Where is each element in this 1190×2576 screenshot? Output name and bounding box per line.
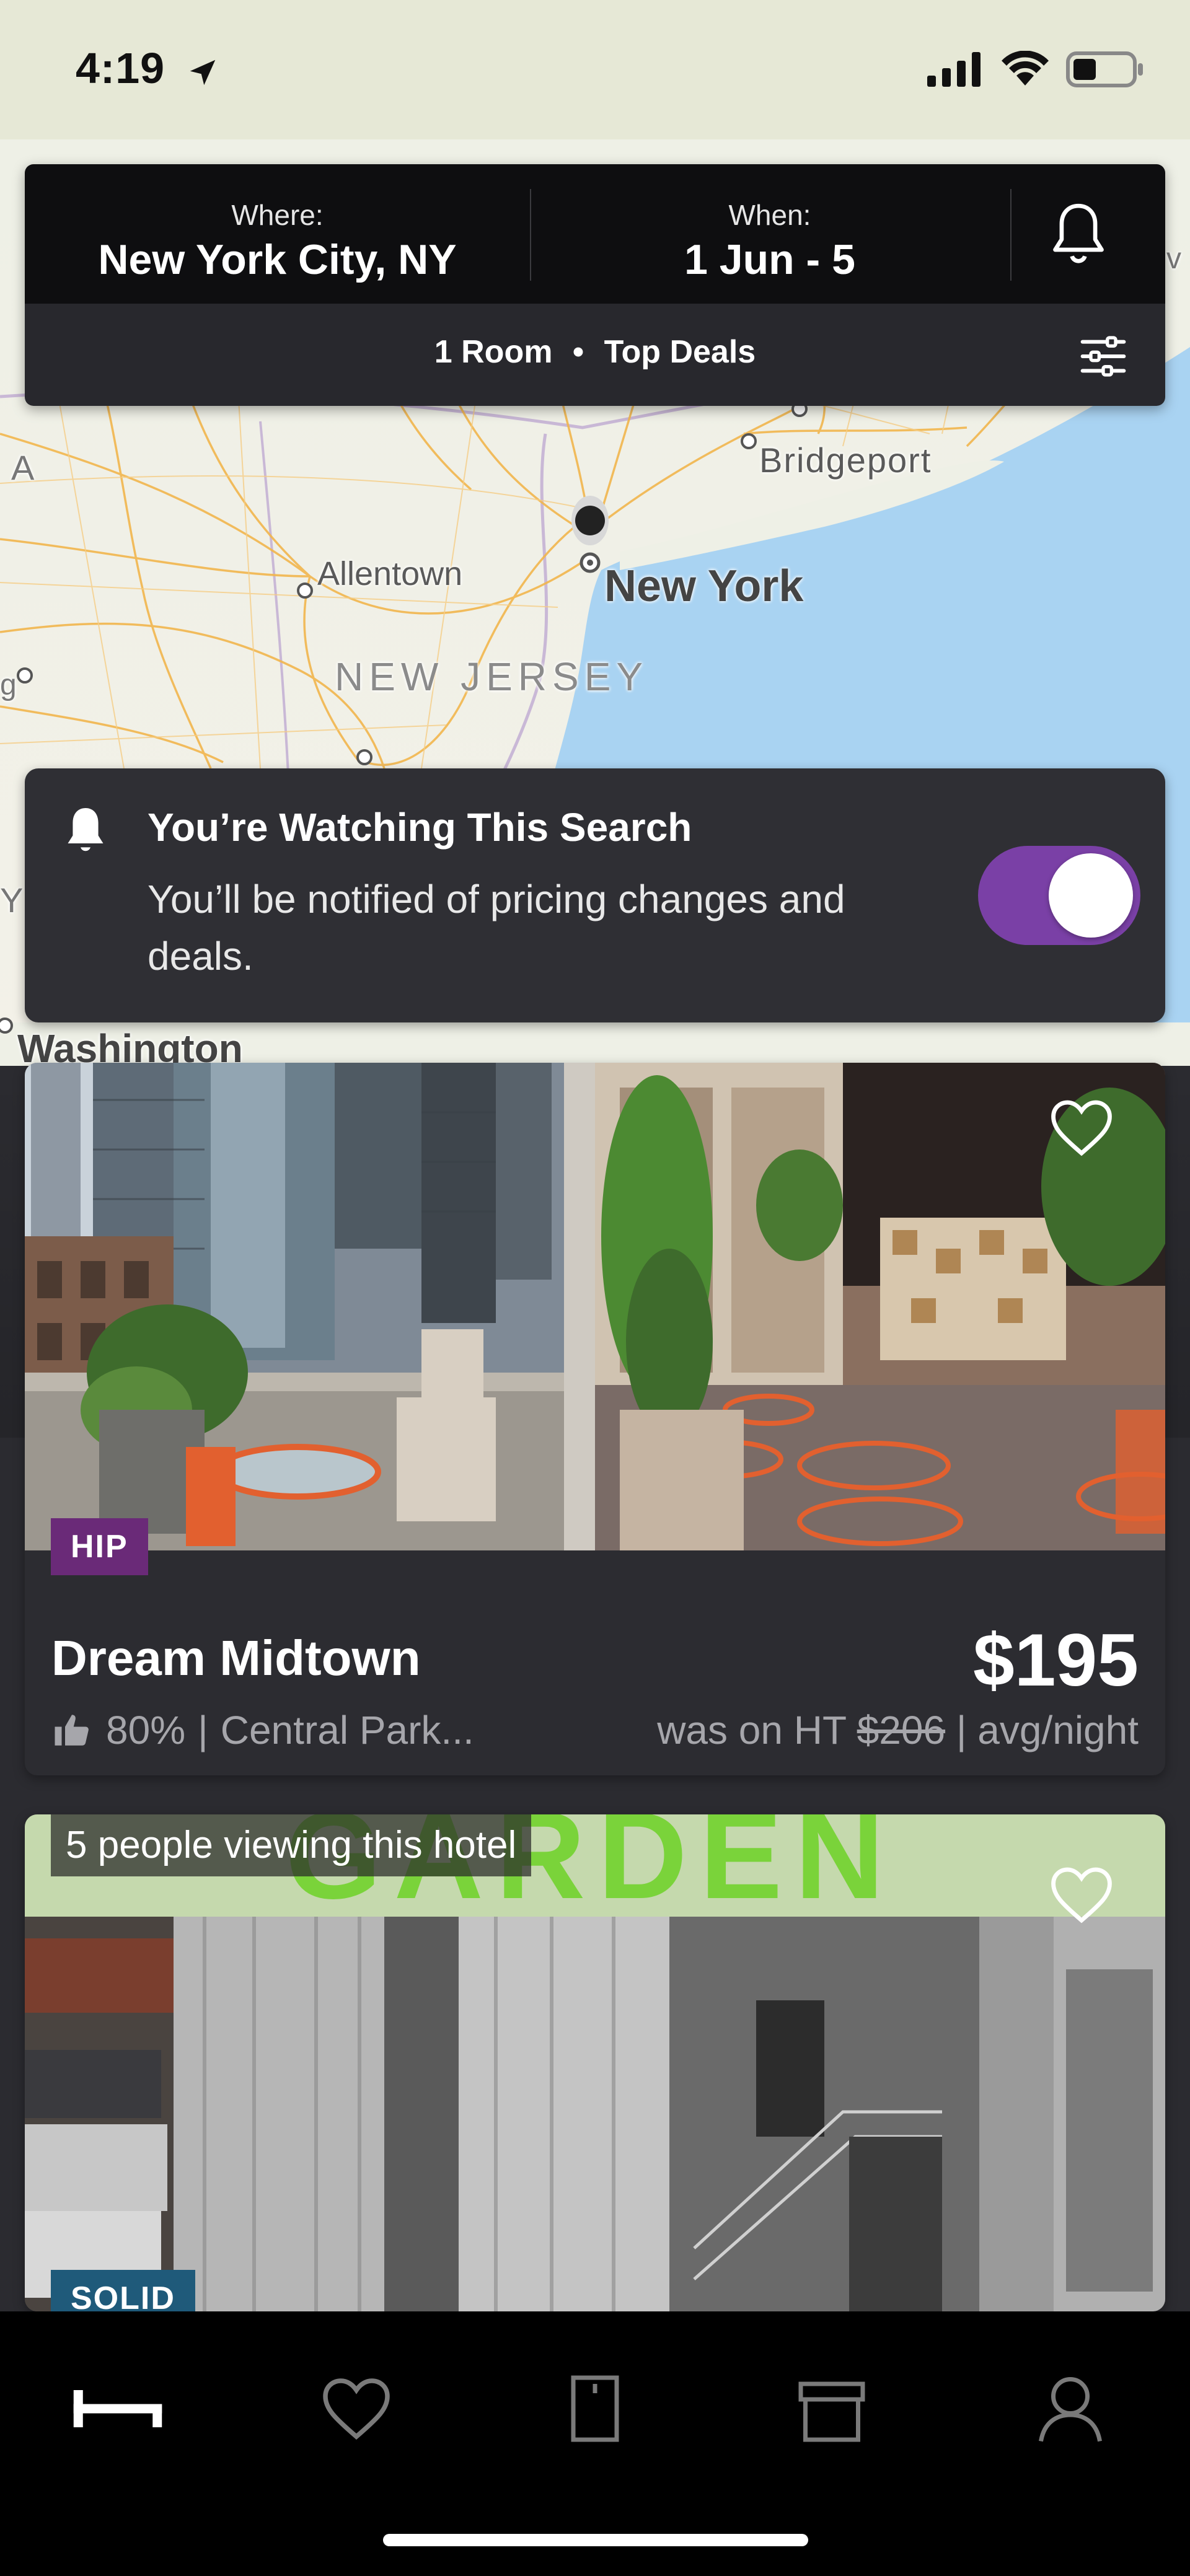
watch-search-button[interactable] — [1029, 200, 1128, 268]
viewers-badge: 5 people viewing this hotel — [51, 1814, 532, 1876]
map-label-bridgeport: Bridgeport — [759, 441, 932, 480]
when-label: When: — [728, 199, 811, 231]
hotel-type-tag: HIP — [51, 1518, 148, 1575]
where-label: Where: — [231, 199, 324, 231]
home-indicator[interactable] — [383, 2534, 808, 2546]
map-label-edge-a: A — [11, 448, 38, 487]
hotel-card[interactable]: GARDEN 5 people viewing this hotel SOLID — [25, 1814, 1165, 2311]
tab-bookings[interactable] — [545, 2362, 645, 2455]
when-value: 1 Jun - 5 — [684, 236, 855, 283]
sort-option: Top Deals — [604, 334, 756, 370]
search-summary-bar: Where: New York City, NY When: 1 Jun - 5 — [25, 164, 1165, 304]
bullet-separator: • — [572, 334, 584, 370]
hotels-bed-icon — [73, 2390, 162, 2427]
watching-title: You’re Watching This Search — [148, 805, 692, 850]
status-bar: 4:19 — [0, 0, 1190, 139]
location-arrow-icon — [190, 59, 216, 86]
bell-icon — [68, 808, 104, 851]
map-label-edge-g: g — [0, 669, 17, 701]
status-time: 4:19 — [76, 44, 165, 92]
map-label-edge-v: v — [1166, 242, 1181, 275]
divider — [1010, 189, 1011, 281]
tab-profile[interactable] — [1021, 2362, 1120, 2455]
favorite-button[interactable] — [1047, 1097, 1116, 1159]
search-header: Where: New York City, NY When: 1 Jun - 5… — [25, 164, 1165, 406]
cellular-signal-icon — [927, 52, 981, 87]
map-label-allentown: Allentown — [317, 555, 463, 592]
filter-sliders-icon — [1080, 336, 1126, 377]
watch-toggle[interactable] — [978, 846, 1140, 945]
toggle-knob — [1049, 853, 1133, 938]
hotel-rating-location: 80% | Central Park... — [51, 1707, 474, 1753]
where-value: New York City, NY — [98, 236, 457, 283]
tab-hotels[interactable] — [68, 2362, 167, 2455]
heart-icon — [1051, 1100, 1112, 1156]
thumbs-up-icon — [55, 1715, 89, 1746]
meta-separator: | — [198, 1708, 208, 1752]
map-label-new-jersey: NEW JERSEY — [335, 654, 649, 699]
was-prefix: was on HT — [657, 1708, 846, 1752]
profile-person-icon — [1039, 2377, 1102, 2442]
hotel-previous-rate: was on HT $206 | avg/night — [657, 1707, 1139, 1753]
hotel-type-tag: SOLID — [51, 2270, 195, 2311]
hotel-rating: 80% — [106, 1708, 186, 1752]
battery-icon — [1066, 51, 1143, 87]
hotel-photo — [25, 1063, 1165, 1550]
heart-icon — [1051, 1867, 1112, 1923]
hotel-price: $195 — [973, 1619, 1139, 1702]
bookings-door-icon — [571, 2375, 619, 2442]
was-price: $206 — [857, 1708, 946, 1752]
map-label-edge-y: Y — [0, 881, 24, 920]
filters-button[interactable] — [1078, 332, 1134, 381]
map-label-new-york: New York — [604, 561, 804, 611]
bell-icon — [1053, 203, 1104, 263]
tab-favorites[interactable] — [307, 2362, 406, 2455]
favorites-heart-icon — [323, 2378, 390, 2440]
rewards-gift-icon — [798, 2381, 865, 2442]
per-night-label: | avg/night — [956, 1708, 1139, 1752]
where-selector[interactable]: Where: New York City, NY — [25, 164, 530, 304]
watching-search-banner: You’re Watching This Search You’ll be no… — [25, 768, 1165, 1022]
search-options-summary[interactable]: 1 Room • Top Deals — [25, 333, 1165, 371]
status-icons — [927, 51, 1147, 88]
when-selector[interactable]: When: 1 Jun - 5 — [531, 164, 1008, 304]
hotel-name: Dream Midtown — [51, 1630, 421, 1686]
hotel-area: Central Park... — [220, 1708, 474, 1752]
hotel-card[interactable]: HIP Dream Midtown $195 80% | Central Par… — [25, 1063, 1165, 1775]
wifi-icon — [1002, 51, 1049, 86]
search-options-bar[interactable]: 1 Room • Top Deals — [25, 304, 1165, 406]
favorite-button[interactable] — [1047, 1864, 1116, 1926]
rooms-count: 1 Room — [434, 334, 553, 370]
tab-rewards[interactable] — [782, 2362, 881, 2455]
watching-subtitle: You’ll be notified of pricing changes an… — [148, 877, 845, 978]
hotel-photo: GARDEN — [25, 1814, 1165, 2311]
